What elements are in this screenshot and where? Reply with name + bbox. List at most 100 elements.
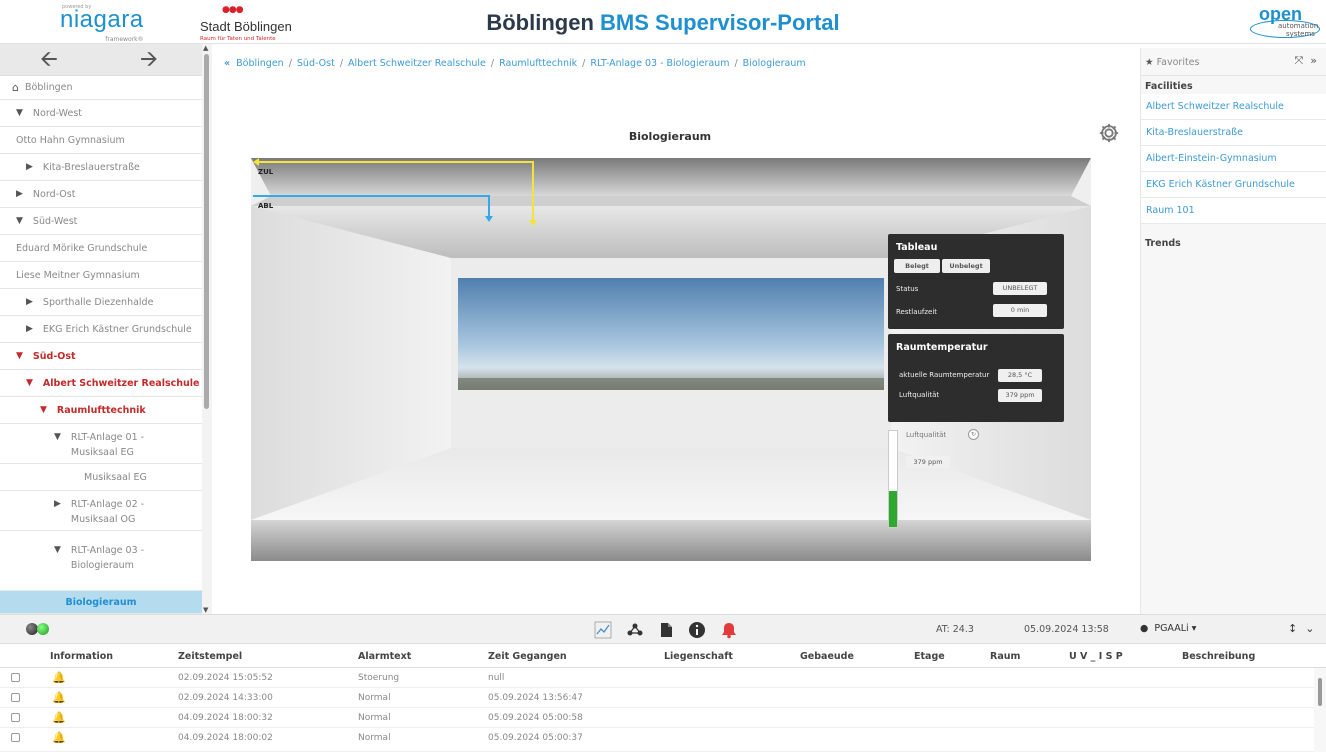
- column-header-gebaeude[interactable]: Gebaeude: [800, 651, 854, 662]
- nav-item-albert-schweitzer[interactable]: ▼ Albert Schweitzer Realschule: [0, 370, 202, 397]
- cell-alarmtext: Normal: [358, 713, 391, 723]
- nav-item-rlt-01[interactable]: ▼ RLT-Anlage 01 - Musiksaal EG: [0, 424, 202, 464]
- forward-arrow-icon[interactable]: 🡪: [140, 49, 158, 71]
- nav-item-sued-west[interactable]: ▼ Süd-West: [0, 208, 202, 235]
- breadcrumb-item[interactable]: Süd-Ost: [297, 58, 335, 69]
- scroll-up-icon[interactable]: ▲: [203, 44, 208, 52]
- back-arrow-icon[interactable]: 🡨: [40, 49, 58, 71]
- network-icon[interactable]: [626, 621, 644, 639]
- nav-item-liese-meitner[interactable]: Liese Meitner Gymnasium: [0, 262, 202, 289]
- nav-scroll-thumb[interactable]: [204, 54, 209, 409]
- nav-item-sporthalle[interactable]: ▶ Sporthalle Diezenhalde: [0, 289, 202, 316]
- portal-title-city: Böblingen: [486, 10, 594, 35]
- refresh-icon[interactable]: ↻: [968, 429, 979, 440]
- facility-link[interactable]: Albert-Einstein-Gymnasium: [1141, 146, 1326, 172]
- info-icon[interactable]: [688, 621, 706, 639]
- nav-item-ekg[interactable]: ▶ EKG Erich Kästner Grundschule: [0, 316, 202, 343]
- nav-item-nord-west[interactable]: ▼ Nord-West: [0, 100, 202, 127]
- collapse-right-icon[interactable]: »: [1310, 54, 1317, 67]
- nav-scrollbar[interactable]: ▲ ▼: [202, 44, 212, 614]
- column-header-zeitstempel[interactable]: Zeitstempel: [178, 651, 242, 662]
- column-header-liegenschaft[interactable]: Liegenschaft: [664, 651, 733, 662]
- facilities-title: Facilities: [1145, 81, 1193, 92]
- nav-item-label: Kita-Breslauerstraße: [42, 161, 140, 173]
- collapse-down-icon[interactable]: ⌄: [1305, 622, 1322, 635]
- alarm-table-header: Information Zeitstempel Alarmtext Zeit G…: [0, 644, 1326, 668]
- document-icon[interactable]: [657, 621, 675, 639]
- row-checkbox[interactable]: [11, 713, 20, 722]
- column-header-information[interactable]: Information: [50, 651, 113, 662]
- belegt-button[interactable]: Belegt: [894, 259, 940, 273]
- unbelegt-button[interactable]: Unbelegt: [942, 259, 990, 273]
- tableau-title: Tableau: [896, 242, 938, 253]
- nav-item-kita-breslauer[interactable]: ▶ Kita-Breslauerstraße: [0, 154, 202, 181]
- nav-item-nord-ost[interactable]: ▶ Nord-Ost: [0, 181, 202, 208]
- scroll-down-icon[interactable]: ▼: [203, 606, 208, 614]
- alarm-table: Information Zeitstempel Alarmtext Zeit G…: [0, 644, 1326, 752]
- nav-item-raumlufttechnik[interactable]: ▼ Raumlufttechnik: [0, 397, 202, 424]
- facility-link[interactable]: Raum 101: [1141, 198, 1326, 224]
- nav-item-label: RLT-Anlage 01 - Musiksaal EG: [70, 432, 145, 458]
- triangle-right-icon: ▶: [54, 499, 61, 509]
- breadcrumb-item[interactable]: Böblingen: [236, 58, 284, 69]
- facility-link[interactable]: Kita-Breslauerstraße: [1141, 120, 1326, 146]
- nav-item-otto-hahn[interactable]: Otto Hahn Gymnasium: [0, 127, 202, 154]
- nav-item-rlt-03[interactable]: ▼ RLT-Anlage 03 - Biologieraum: [0, 531, 202, 591]
- nav-item-label: EKG Erich Kästner Grundschule: [42, 323, 192, 335]
- nav-item-biologieraum[interactable]: Biologieraum: [0, 591, 202, 614]
- facility-link[interactable]: Albert Schweitzer Realschule: [1141, 94, 1326, 120]
- column-header-uv-isp[interactable]: U V _ I S P: [1069, 651, 1123, 662]
- trend-chart-icon[interactable]: [594, 621, 612, 639]
- breadcrumb-item[interactable]: Biologieraum: [743, 58, 806, 69]
- column-header-beschreibung[interactable]: Beschreibung: [1182, 651, 1255, 662]
- column-header-raum[interactable]: Raum: [990, 651, 1020, 662]
- air-quality-widget-value: 379 ppm: [906, 456, 950, 468]
- column-header-alarmtext[interactable]: Alarmtext: [358, 651, 411, 662]
- row-checkbox[interactable]: [11, 673, 20, 682]
- cell-zeit-gegangen: null: [488, 673, 505, 683]
- facility-link[interactable]: EKG Erich Kästner Grundschule: [1141, 172, 1326, 198]
- row-checkbox[interactable]: [11, 693, 20, 702]
- column-header-etage[interactable]: Etage: [914, 651, 945, 662]
- alarm-bell-icon[interactable]: [720, 621, 738, 639]
- gear-icon[interactable]: [1098, 122, 1120, 144]
- panel-controls: ↕⌄: [1288, 622, 1322, 635]
- datetime-readout: 05.09.2024 13:58: [1024, 624, 1109, 635]
- nav-item-musiksaal-eg[interactable]: Musiksaal EG: [0, 464, 202, 491]
- table-row[interactable]: 🔔 02.09.2024 15:05:52 Stoerung null: [0, 668, 1314, 688]
- table-row[interactable]: 🔔 02.09.2024 14:33:00 Normal 05.09.2024 …: [0, 688, 1314, 708]
- row-checkbox[interactable]: [11, 733, 20, 742]
- nav-item-label: Biologieraum: [65, 596, 137, 608]
- resize-vertical-icon[interactable]: ↕: [1288, 622, 1305, 635]
- bell-icon: 🔔: [52, 731, 66, 744]
- favorites-toggle[interactable]: ★ Favorites: [1145, 57, 1199, 68]
- nav-item-eduard-moerike[interactable]: Eduard Mörike Grundschule: [0, 235, 202, 262]
- breadcrumb-item[interactable]: RLT-Anlage 03 - Biologieraum: [590, 58, 729, 69]
- triangle-down-icon: ▼: [40, 405, 47, 415]
- breadcrumb-back-icon[interactable]: «: [224, 58, 230, 69]
- breadcrumb-item[interactable]: Albert Schweitzer Realschule: [348, 58, 486, 69]
- restlaufzeit-label: Restlaufzeit: [896, 308, 938, 316]
- nav-item-sued-ost[interactable]: ▼ Süd-Ost: [0, 343, 202, 370]
- nav-item-label: RLT-Anlage 03 - Biologieraum: [70, 545, 145, 571]
- nav-item-label: Nord-West: [32, 107, 83, 119]
- triangle-down-icon: ▼: [16, 108, 23, 118]
- air-quality-widget-label: Luftqualität: [906, 431, 947, 439]
- column-header-zeit-gegangen[interactable]: Zeit Gegangen: [488, 651, 567, 662]
- nav-item-label: Eduard Mörike Grundschule: [16, 242, 148, 254]
- triangle-down-icon: ▼: [16, 351, 23, 361]
- expand-icon[interactable]: ⤧: [1294, 54, 1303, 67]
- nav-root-label: Böblingen: [24, 82, 73, 93]
- air-quality-bar-fill: [889, 490, 897, 527]
- breadcrumb-item[interactable]: Raumlufttechnik: [499, 58, 577, 69]
- alarm-scroll-thumb[interactable]: [1318, 678, 1322, 706]
- nav-root-item[interactable]: ⌂ Böblingen: [0, 76, 202, 100]
- nav-item-label: Sporthalle Diezenhalde: [42, 296, 154, 308]
- user-menu[interactable]: ● PGAALi ▾: [1140, 623, 1196, 634]
- oas-logo-systems: systems: [1286, 30, 1315, 38]
- alarm-table-scrollbar[interactable]: [1314, 668, 1326, 752]
- table-row[interactable]: 🔔 04.09.2024 18:00:02 Normal 05.09.2024 …: [0, 728, 1314, 752]
- nav-item-rlt-02[interactable]: ▶ RLT-Anlage 02 - Musiksaal OG: [0, 491, 202, 531]
- favorites-bar: ★ Favorites ⤧ »: [1141, 48, 1326, 76]
- table-row[interactable]: 🔔 04.09.2024 18:00:32 Normal 05.09.2024 …: [0, 708, 1314, 728]
